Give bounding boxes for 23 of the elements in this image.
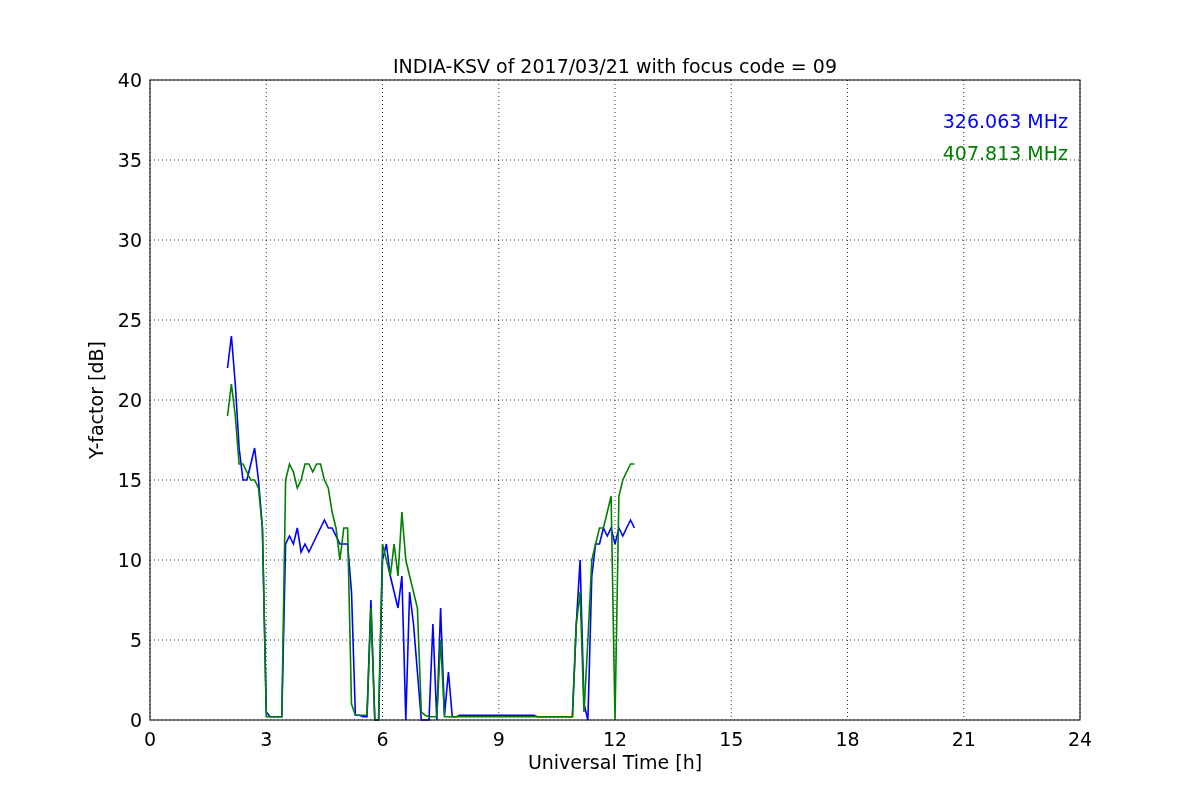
tick-label: 15 bbox=[719, 728, 744, 750]
tick-label: 10 bbox=[117, 549, 142, 571]
tick-label: 30 bbox=[117, 229, 142, 251]
legend-label: 326.063 MHz bbox=[942, 110, 1068, 132]
tick-label: 24 bbox=[1067, 728, 1093, 750]
tick-label: 12 bbox=[602, 728, 628, 750]
tick-label: 35 bbox=[117, 149, 142, 171]
legend-label: 407.813 MHz bbox=[942, 142, 1068, 164]
tick-label: 40 bbox=[117, 69, 142, 91]
tick-label: 15 bbox=[117, 469, 142, 491]
axis-label: Y-factor [dB] bbox=[85, 341, 107, 459]
tick-label: 0 bbox=[143, 728, 157, 750]
chart-title: INDIA-KSV of 2017/03/21 with focus code = 09 bbox=[393, 55, 837, 77]
tick-label: 18 bbox=[835, 728, 860, 750]
tick-label: 5 bbox=[129, 629, 142, 651]
tick-label: 3 bbox=[260, 728, 273, 750]
tick-label: 20 bbox=[117, 389, 142, 411]
tick-label: 6 bbox=[376, 728, 389, 750]
axis-label: Universal Time [h] bbox=[527, 751, 703, 773]
tick-label: 9 bbox=[492, 728, 505, 750]
tick-label: 25 bbox=[117, 309, 142, 331]
tick-label: 21 bbox=[951, 728, 976, 750]
tick-label: 0 bbox=[129, 709, 142, 731]
